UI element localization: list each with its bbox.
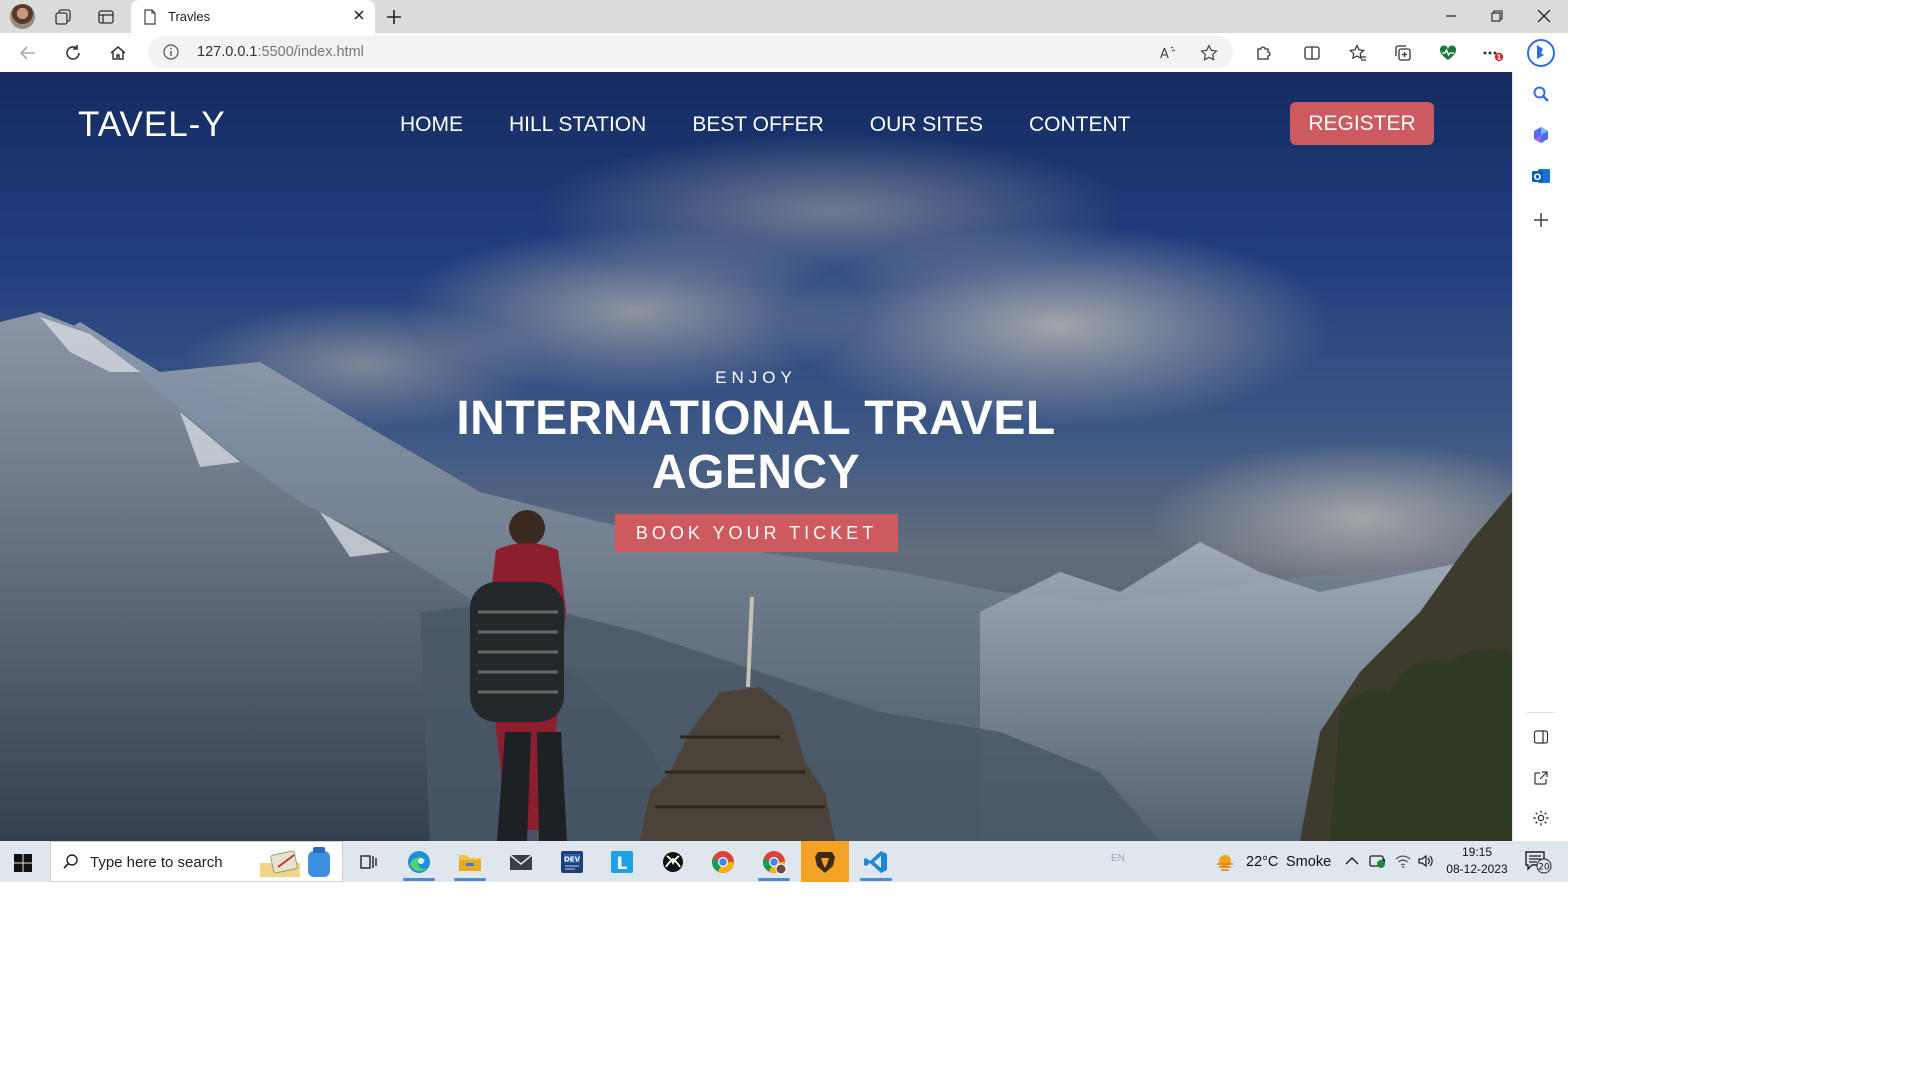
sidebar-settings-icon[interactable] [1529,806,1553,830]
edge-icon[interactable] [395,841,443,882]
weather-sun-icon[interactable] [1214,852,1236,877]
split-screen-icon[interactable] [1300,41,1324,65]
favorites-icon[interactable] [1346,41,1370,65]
hide-sidebar-icon[interactable] [1529,725,1553,749]
search-icon [62,853,80,876]
copilot-icon[interactable] [1524,36,1558,70]
site-header: TAVEL-Y HOME HILL STATION BEST OFFER OUR… [0,72,1512,176]
vscode-icon[interactable] [852,841,900,882]
svg-text:O: O [1534,173,1542,183]
favorite-star-icon[interactable] [1198,42,1220,64]
close-tab-icon[interactable] [352,8,366,27]
tab-title: Travles [168,9,211,24]
clock-time: 19:15 [1461,845,1493,859]
sidebar-divider [1527,712,1555,713]
svg-text:A: A [1160,47,1169,61]
sidebar-add-icon[interactable] [1529,208,1553,232]
register-button[interactable]: REGISTER [1290,102,1434,145]
restore-icon[interactable] [1485,5,1509,27]
chrome-profile-icon[interactable] [750,841,798,882]
hero-title: INTERNATIONAL TRAVEL AGENCY [0,392,1512,500]
chrome-icon[interactable] [699,841,747,882]
svg-text:L: L [617,854,628,874]
webpage-viewport: TAVEL-Y HOME HILL STATION BEST OFFER OUR… [0,72,1512,841]
clock-date: 08-12-2023 [1446,862,1508,876]
hero-section: ENJOY INTERNATIONAL TRAVEL AGENCY [0,368,1512,500]
page-icon [143,9,157,30]
edge-sidebar: O [1512,72,1568,841]
mail-icon[interactable] [497,841,545,882]
url-path: :5500/index.html [257,44,364,60]
profile-avatar-icon[interactable] [10,4,35,29]
read-aloud-icon[interactable]: A [1157,42,1179,64]
site-menu: HOME HILL STATION BEST OFFER OUR SITES C… [400,113,1130,137]
address-bar[interactable]: 127.0.0.1:5500/index.html A [148,36,1233,68]
windows-start-icon[interactable] [13,853,33,878]
nav-content[interactable]: CONTENT [1029,113,1131,137]
site-info-icon[interactable] [163,44,179,65]
hero-title-line-2: AGENCY [651,446,861,499]
browser-essentials-icon[interactable] [1436,41,1460,65]
hero-title-line-1: INTERNATIONAL TRAVEL [456,392,1056,445]
nav-home[interactable]: HOME [400,113,463,137]
battery-icon[interactable] [1369,853,1387,874]
search-placeholder: Type here to search [90,854,223,871]
browser-tab-strip: Travles [0,0,1568,33]
close-window-icon[interactable] [1532,5,1556,27]
hero-eyebrow: ENJOY [715,368,797,387]
site-logo[interactable]: TAVEL-Y [78,105,226,145]
extensions-icon[interactable] [1251,41,1275,65]
nav-our-sites[interactable]: OUR SITES [870,113,983,137]
l-app-icon[interactable]: L [598,841,646,882]
language-indicator[interactable]: EN [1111,853,1125,864]
xbox-icon[interactable] [649,841,697,882]
svg-text:DEV: DEV [564,855,581,863]
weather-temperature[interactable]: 22°C [1246,854,1278,870]
weather-description[interactable]: Smoke [1286,854,1331,870]
url-text[interactable]: 127.0.0.1:5500/index.html [197,44,364,60]
refresh-icon[interactable] [61,41,85,65]
dev-icon[interactable]: DEV [548,841,596,882]
browser-toolbar: 127.0.0.1:5500/index.html A 1 [0,33,1568,72]
tab-travles[interactable]: Travles [131,0,375,33]
brave-icon[interactable] [801,841,849,882]
back-icon[interactable] [16,41,40,65]
task-view-icon[interactable] [344,841,392,882]
nav-hill-station[interactable]: HILL STATION [509,113,646,137]
nav-best-offer[interactable]: BEST OFFER [692,113,823,137]
show-hidden-icons-icon[interactable] [1344,854,1360,873]
open-external-icon[interactable] [1529,766,1553,790]
sidebar-outlook-icon[interactable]: O [1529,164,1553,188]
workspaces-icon[interactable] [51,5,75,29]
search-highlight-illustration-icon [260,847,330,877]
volume-icon[interactable] [1417,853,1435,874]
taskbar-clock[interactable]: 19:15 08-12-2023 [1440,844,1514,878]
wifi-icon[interactable] [1394,853,1412,874]
minimize-icon[interactable] [1439,5,1463,27]
tab-actions-icon[interactable] [94,5,118,29]
notification-badge: 1 [1497,54,1502,62]
windows-taskbar: Type here to search DEV L EN 22°C Smoke … [0,841,1568,882]
taskbar-search-box[interactable]: Type here to search [50,841,343,882]
sidebar-copilot-icon[interactable] [1529,123,1553,147]
notification-center-icon[interactable]: 20 [1524,849,1554,880]
file-explorer-icon[interactable] [446,841,494,882]
home-icon[interactable] [106,41,130,65]
notification-count: 20 [1538,863,1550,873]
book-ticket-button[interactable]: BOOK YOUR TICKET [615,514,898,552]
more-menu-icon[interactable]: 1 [1481,41,1505,65]
sidebar-search-icon[interactable] [1529,82,1553,106]
collections-icon[interactable] [1391,41,1415,65]
url-host: 127.0.0.1 [197,44,258,60]
new-tab-icon[interactable] [382,5,406,29]
